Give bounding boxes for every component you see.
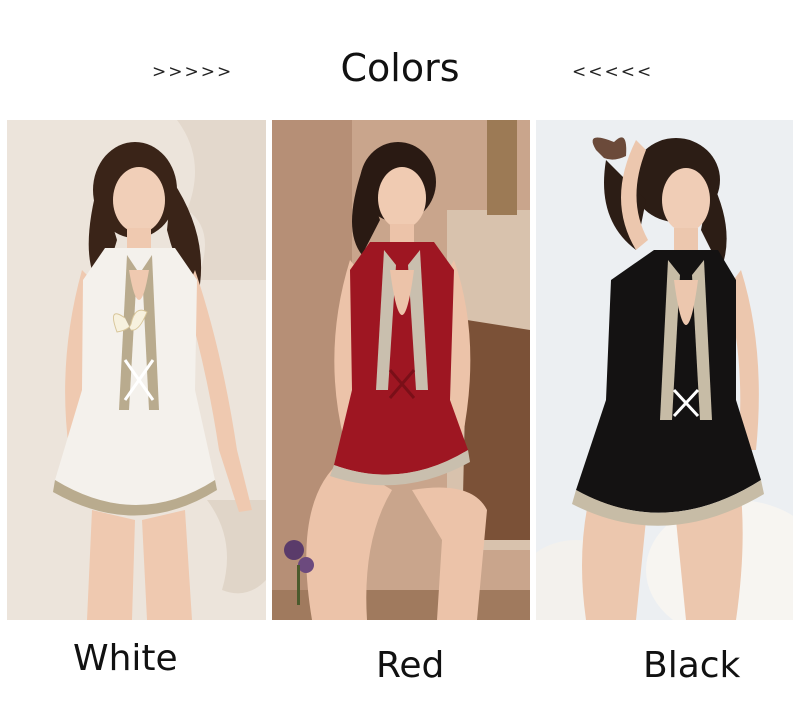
model-illustration-white xyxy=(7,120,266,620)
colors-header: >>>>> Colors <<<<< xyxy=(0,42,800,102)
product-color-page: >>>>> Colors <<<<< White Red Black xyxy=(0,0,800,712)
model-illustration-black xyxy=(536,120,793,620)
model-illustration-red xyxy=(272,120,530,620)
color-label-red: Red xyxy=(376,645,445,686)
section-title: Colors xyxy=(340,46,460,90)
product-photo-red[interactable] xyxy=(272,120,530,620)
color-label-black: Black xyxy=(643,645,741,686)
color-label-white: White xyxy=(73,638,178,679)
product-photo-white[interactable] xyxy=(7,120,266,620)
product-photo-black[interactable] xyxy=(536,120,793,620)
decorative-arrows-right: <<<<< xyxy=(572,62,654,82)
